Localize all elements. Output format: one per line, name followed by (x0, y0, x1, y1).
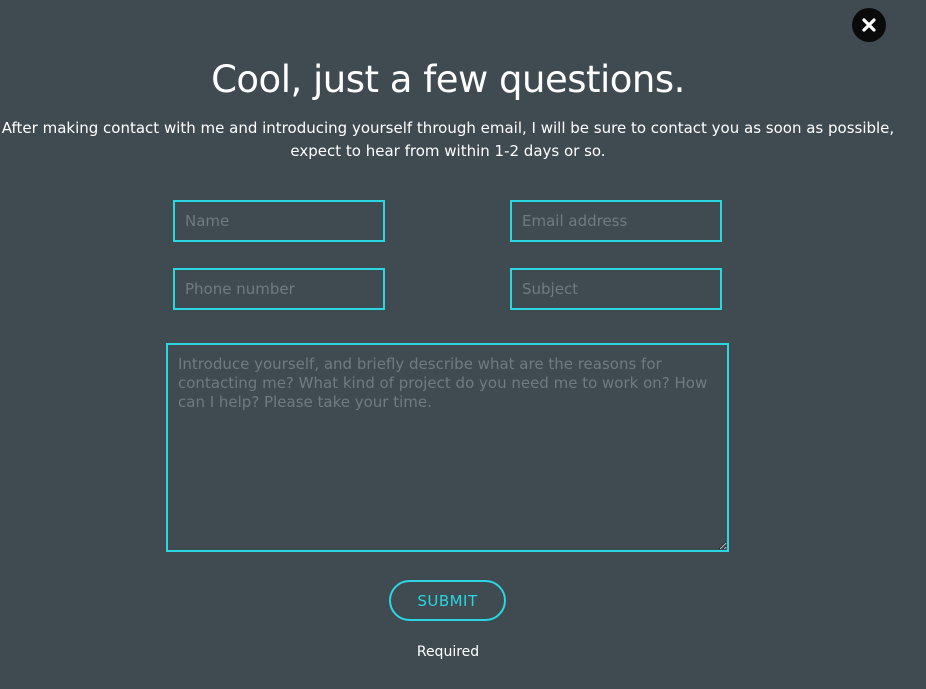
close-button[interactable] (852, 8, 886, 42)
subject-field[interactable] (510, 268, 722, 310)
close-icon (862, 18, 876, 32)
required-note: Required (416, 644, 480, 660)
page-title: Cool, just a few questions. (211, 58, 685, 101)
email-field[interactable] (510, 200, 722, 242)
intro-text: After making contact with me and introdu… (1, 119, 895, 160)
submit-button[interactable]: SUBMIT (389, 580, 506, 621)
message-textarea[interactable] (166, 343, 729, 552)
phone-field[interactable] (173, 268, 385, 310)
name-field[interactable] (173, 200, 385, 242)
